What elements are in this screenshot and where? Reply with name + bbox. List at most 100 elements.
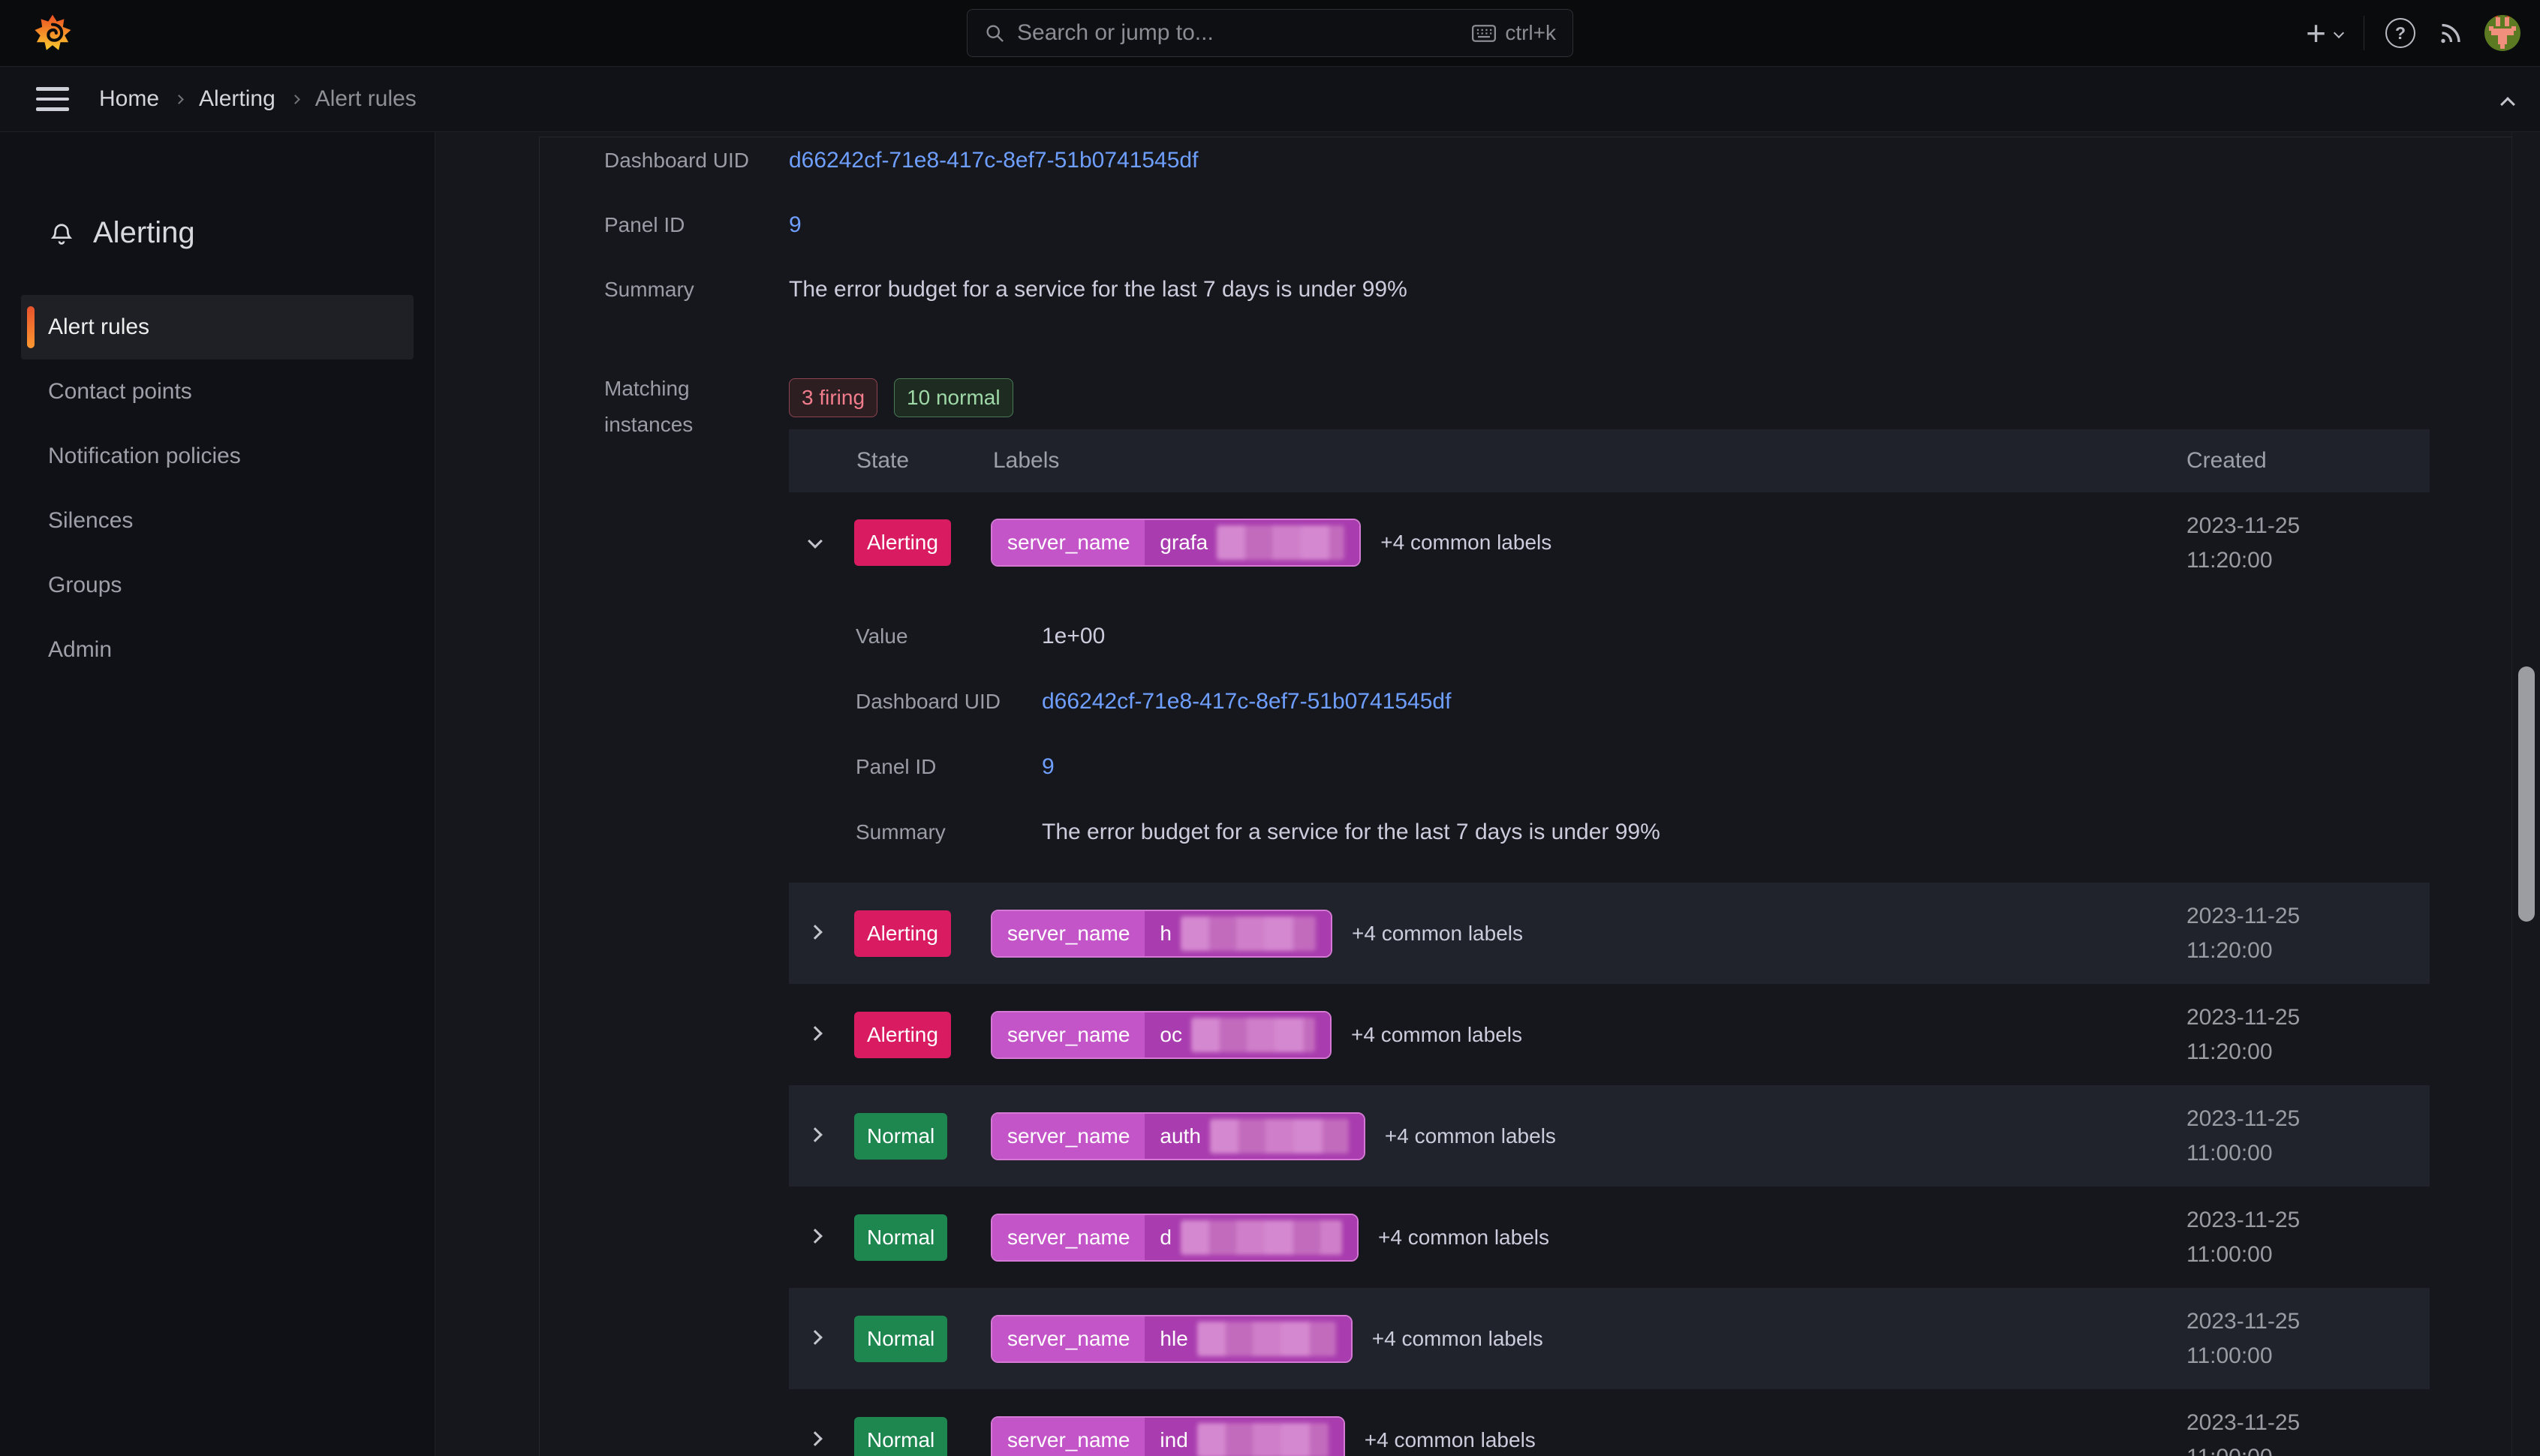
firing-count-badge: 3 firing [789, 378, 877, 417]
redacted-label [1197, 1322, 1336, 1356]
column-header-state: State [856, 448, 909, 474]
breadcrumb-home[interactable]: Home [99, 86, 159, 112]
field-label: Dashboard UID [604, 144, 789, 177]
dashboard-uid-link[interactable]: d66242cf-71e8-417c-8ef7-51b0741545df [789, 148, 1198, 173]
sidebar-item-silences[interactable]: Silences [21, 489, 414, 553]
status-badge: Normal [854, 1113, 947, 1160]
content-area: Alerting Alert rules Contact points Noti… [0, 132, 2540, 1456]
created-timestamp: 2023-11-2511:00:00 [2186, 1203, 2300, 1272]
created-timestamp: 2023-11-2511:20:00 [2186, 1000, 2300, 1069]
chevron-right-icon[interactable] [808, 1431, 823, 1446]
value-field: 1e+00 [1042, 620, 1660, 653]
top-nav: Search or jump to... ctrl+k + ? [0, 0, 2540, 66]
sidebar-nav: Alert rules Contact points Notification … [0, 295, 435, 682]
summary-value: The error budget for a service for the l… [1042, 816, 1660, 849]
panel-id-link[interactable]: 9 [789, 212, 802, 237]
common-labels: +4 common labels [1351, 1023, 1522, 1047]
grafana-logo[interactable] [33, 14, 72, 53]
breadcrumb-alerting[interactable]: Alerting [199, 86, 275, 112]
column-header-created: Created [2186, 448, 2267, 474]
rss-icon[interactable] [2436, 20, 2463, 47]
sidebar-item-notification-policies[interactable]: Notification policies [21, 424, 414, 489]
chevron-down-icon[interactable] [808, 534, 823, 549]
table-row[interactable]: Normal server_name hle +4 common labels … [789, 1288, 2430, 1389]
label-pill[interactable]: server_name oc [991, 1011, 1332, 1059]
label-pill[interactable]: server_name hle [991, 1315, 1353, 1363]
matching-instances-table: State Labels Created Alerting server_nam… [789, 429, 2430, 1456]
chevron-down-icon [2334, 28, 2344, 38]
instance-details: Value 1e+00 Dashboard UID d66242cf-71e8-… [856, 620, 1660, 881]
table-row[interactable]: Normal server_name auth +4 common labels… [789, 1085, 2430, 1187]
label-pill[interactable]: server_name grafa [991, 519, 1361, 567]
sidebar-item-groups[interactable]: Groups [21, 553, 414, 618]
created-timestamp: 2023-11-2511:20:00 [2186, 899, 2300, 968]
redacted-label [1181, 916, 1316, 951]
chevron-right-icon[interactable] [808, 1026, 823, 1041]
summary-value: The error budget for a service for the l… [789, 273, 1407, 306]
bell-icon [48, 220, 75, 247]
table-row[interactable]: Alerting server_name grafa +4 common lab… [789, 492, 2430, 883]
label-pill[interactable]: server_name auth [991, 1112, 1365, 1160]
help-icon[interactable]: ? [2385, 18, 2415, 48]
normal-count-badge: 10 normal [894, 378, 1013, 417]
common-labels: +4 common labels [1385, 1124, 1556, 1148]
rule-detail-fields: Dashboard UID d66242cf-71e8-417c-8ef7-51… [604, 144, 1407, 338]
panel-id-link[interactable]: 9 [1042, 754, 1055, 779]
redacted-label [1197, 1423, 1329, 1456]
menu-icon[interactable] [36, 87, 69, 111]
dashboard-uid-link[interactable]: d66242cf-71e8-417c-8ef7-51b0741545df [1042, 689, 1451, 714]
instance-state-counts: 3 firing 10 normal [789, 378, 1013, 417]
scrollbar-thumb[interactable] [2518, 666, 2535, 922]
nav-actions: + ? [2306, 0, 2520, 66]
status-badge: Alerting [854, 1012, 951, 1058]
sidebar: Alerting Alert rules Contact points Noti… [0, 132, 435, 1456]
redacted-label [1191, 1018, 1315, 1052]
chevron-right-icon [174, 95, 184, 104]
breadcrumb: Home Alerting Alert rules [99, 86, 417, 112]
chevron-up-icon[interactable] [2500, 97, 2515, 112]
plus-icon: + [2306, 16, 2326, 50]
created-timestamp: 2023-11-2511:00:00 [2186, 1304, 2300, 1373]
new-button[interactable]: + [2306, 16, 2343, 50]
created-timestamp: 2023-11-2511:20:00 [2186, 509, 2300, 578]
redacted-label [1217, 525, 1344, 560]
common-labels: +4 common labels [1378, 1226, 1549, 1250]
label-pill[interactable]: server_name ind [991, 1416, 1345, 1456]
search-shortcut: ctrl+k [1472, 21, 1556, 45]
status-badge: Normal [854, 1316, 947, 1362]
chevron-right-icon[interactable] [808, 1127, 823, 1142]
created-timestamp: 2023-11-2511:00:00 [2186, 1406, 2300, 1456]
common-labels: +4 common labels [1352, 922, 1523, 946]
common-labels: +4 common labels [1372, 1327, 1543, 1351]
search-placeholder: Search or jump to... [1017, 20, 1460, 46]
redacted-label [1210, 1119, 1349, 1154]
breadcrumb-current: Alert rules [315, 86, 417, 112]
sidebar-item-contact-points[interactable]: Contact points [21, 359, 414, 424]
table-row[interactable]: Alerting server_name h +4 common labels … [789, 883, 2430, 984]
chevron-right-icon[interactable] [808, 1229, 823, 1244]
keyboard-icon [1472, 25, 1496, 42]
label-pill[interactable]: server_name d [991, 1214, 1359, 1262]
field-label: Panel ID [604, 209, 789, 242]
label-pill[interactable]: server_name h [991, 910, 1332, 958]
chevron-right-icon[interactable] [808, 1330, 823, 1345]
table-row[interactable]: Alerting server_name oc +4 common labels… [789, 984, 2430, 1085]
table-row[interactable]: Normal server_name d +4 common labels 20… [789, 1187, 2430, 1288]
chevron-right-icon [290, 95, 300, 104]
table-row[interactable]: Normal server_name ind +4 common labels … [789, 1389, 2430, 1456]
search-input[interactable]: Search or jump to... ctrl+k [967, 9, 1573, 57]
avatar[interactable] [2484, 15, 2520, 51]
scrollbar [2511, 132, 2540, 1456]
sidebar-title: Alerting [0, 216, 435, 250]
field-label: Summary [604, 273, 789, 306]
breadcrumb-bar: Home Alerting Alert rules [0, 66, 2540, 132]
status-badge: Alerting [854, 519, 951, 566]
sidebar-item-admin[interactable]: Admin [21, 618, 414, 682]
sidebar-item-alert-rules[interactable]: Alert rules [21, 295, 414, 359]
status-badge: Normal [854, 1214, 947, 1261]
chevron-right-icon[interactable] [808, 925, 823, 940]
common-labels: +4 common labels [1365, 1428, 1536, 1452]
common-labels: +4 common labels [1380, 531, 1551, 555]
redacted-label [1181, 1220, 1342, 1255]
table-header: State Labels Created [789, 429, 2430, 492]
